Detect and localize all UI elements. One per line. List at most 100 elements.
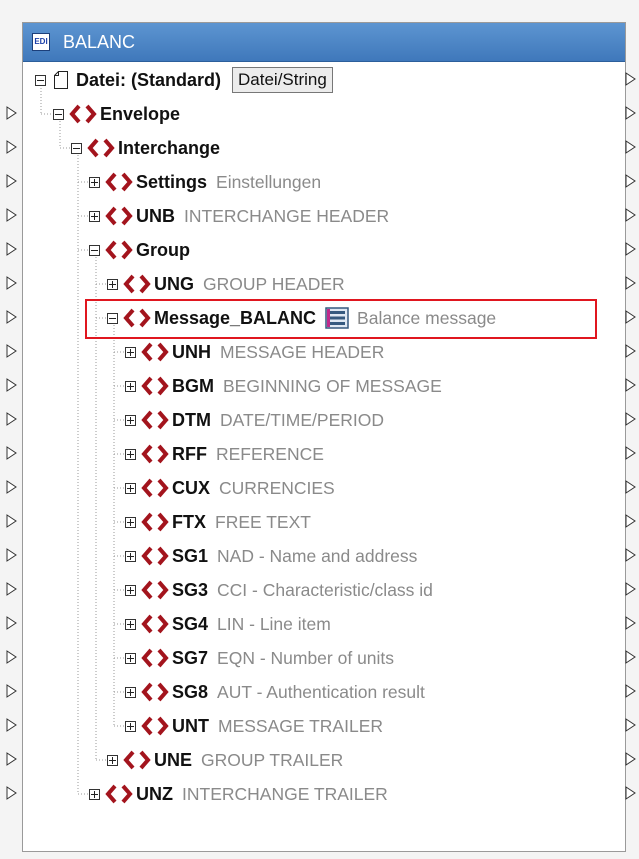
input-connector-icon[interactable] <box>6 310 17 324</box>
tree-node-sg3[interactable]: SG3 CCI - Characteristic/class id <box>125 575 433 605</box>
tree-node-ftx[interactable]: FTX FREE TEXT <box>125 507 311 537</box>
input-connector-icon[interactable] <box>6 548 17 562</box>
tree-node-sg1[interactable]: SG1 NAD - Name and address <box>125 541 417 571</box>
output-connector-icon[interactable] <box>625 140 636 154</box>
input-connector-icon[interactable] <box>6 514 17 528</box>
output-connector-icon[interactable] <box>625 412 636 426</box>
output-connector-icon[interactable] <box>625 786 636 800</box>
output-connector-icon[interactable] <box>625 752 636 766</box>
node-name: Message_BALANC <box>154 307 317 328</box>
output-connector-icon[interactable] <box>625 446 636 460</box>
input-connector-icon[interactable] <box>6 718 17 732</box>
collapse-icon[interactable] <box>71 142 82 154</box>
output-connector-icon[interactable] <box>625 344 636 358</box>
collapse-icon[interactable] <box>89 244 100 256</box>
input-connector-icon[interactable] <box>6 106 17 120</box>
input-connector-icon[interactable] <box>6 276 17 290</box>
tree-node-unh[interactable]: UNH MESSAGE HEADER <box>125 337 384 367</box>
collapse-icon[interactable] <box>53 108 64 120</box>
expand-icon[interactable] <box>125 482 136 494</box>
expand-icon[interactable] <box>125 516 136 528</box>
input-connector-icon[interactable] <box>6 174 17 188</box>
input-connector-icon[interactable] <box>6 786 17 800</box>
file-string-button[interactable]: Datei/String <box>232 67 333 93</box>
output-connector-icon[interactable] <box>625 242 636 256</box>
tree-node-sg8[interactable]: SG8 AUT - Authentication result <box>125 677 425 707</box>
expand-icon[interactable] <box>125 346 136 358</box>
tree-node-settings[interactable]: Settings Einstellungen <box>89 167 321 197</box>
output-connector-icon[interactable] <box>625 106 636 120</box>
input-connector-icon[interactable] <box>6 446 17 460</box>
tree-node-une[interactable]: UNE GROUP TRAILER <box>107 745 343 775</box>
expand-icon[interactable] <box>89 210 100 222</box>
input-connector-icon[interactable] <box>6 582 17 596</box>
tree-node-message_balanc[interactable]: Message_BALANC Balance message <box>107 303 496 333</box>
expand-icon[interactable] <box>125 686 136 698</box>
input-connector-icon[interactable] <box>6 242 17 256</box>
tree-node-ung[interactable]: UNG GROUP HEADER <box>107 269 345 299</box>
output-connector-icon[interactable] <box>625 208 636 222</box>
tree-node-unb[interactable]: UNB INTERCHANGE HEADER <box>89 201 389 231</box>
input-connector-icon[interactable] <box>6 208 17 222</box>
expand-icon[interactable] <box>125 652 136 664</box>
collapse-icon[interactable] <box>35 74 46 86</box>
node-name: Envelope <box>100 103 181 124</box>
input-connector-icon[interactable] <box>6 344 17 358</box>
expand-icon[interactable] <box>107 278 118 290</box>
output-connector-icon[interactable] <box>625 276 636 290</box>
input-connector-icon[interactable] <box>6 684 17 698</box>
expand-icon[interactable] <box>125 448 136 460</box>
output-connector-icon[interactable] <box>625 616 636 630</box>
tree-node-sg4[interactable]: SG4 LIN - Line item <box>125 609 331 639</box>
tree-node-rff[interactable]: RFF REFERENCE <box>125 439 324 469</box>
node-name: Group <box>136 239 190 260</box>
node-description: GROUP HEADER <box>203 273 345 294</box>
tree-node-interchange[interactable]: Interchange <box>71 133 229 163</box>
element-icon <box>87 138 115 158</box>
output-connector-icon[interactable] <box>625 310 636 324</box>
tree-node-sg7[interactable]: SG7 EQN - Number of units <box>125 643 394 673</box>
node-description: GROUP TRAILER <box>201 749 344 770</box>
tree-node-unz[interactable]: UNZ INTERCHANGE TRAILER <box>89 779 388 809</box>
expand-icon[interactable] <box>107 754 118 766</box>
tree-node-group[interactable]: Group <box>89 235 199 265</box>
node-description: FREE TEXT <box>215 511 311 532</box>
output-connector-icon[interactable] <box>625 514 636 528</box>
output-connector-icon[interactable] <box>625 378 636 392</box>
output-connector-icon[interactable] <box>625 548 636 562</box>
expand-icon[interactable] <box>125 618 136 630</box>
function-icon[interactable] <box>325 307 349 329</box>
tree-node-envelope[interactable]: Envelope <box>53 99 189 129</box>
output-connector-icon[interactable] <box>625 72 636 86</box>
expand-icon[interactable] <box>89 788 100 800</box>
tree-node-dtm[interactable]: DTM DATE/TIME/PERIOD <box>125 405 384 435</box>
expand-icon[interactable] <box>125 550 136 562</box>
input-connector-icon[interactable] <box>6 412 17 426</box>
tree-node-cux[interactable]: CUX CURRENCIES <box>125 473 335 503</box>
output-connector-icon[interactable] <box>625 684 636 698</box>
tree-node-bgm[interactable]: BGM BEGINNING OF MESSAGE <box>125 371 442 401</box>
output-connector-icon[interactable] <box>625 718 636 732</box>
input-connector-icon[interactable] <box>6 752 17 766</box>
output-connector-icon[interactable] <box>625 650 636 664</box>
input-connector-icon[interactable] <box>6 650 17 664</box>
output-connector-icon[interactable] <box>625 174 636 188</box>
input-connector-icon[interactable] <box>6 140 17 154</box>
expand-icon[interactable] <box>89 176 100 188</box>
collapse-icon[interactable] <box>107 312 118 324</box>
expand-icon[interactable] <box>125 584 136 596</box>
tree-node-unt[interactable]: UNT MESSAGE TRAILER <box>125 711 383 741</box>
input-connector-icon[interactable] <box>6 480 17 494</box>
element-icon <box>141 580 169 600</box>
input-connector-icon[interactable] <box>6 616 17 630</box>
expand-icon[interactable] <box>125 380 136 392</box>
output-connector-icon[interactable] <box>625 480 636 494</box>
node-name: SG3 <box>172 579 209 600</box>
output-connector-icon[interactable] <box>625 582 636 596</box>
expand-icon[interactable] <box>125 720 136 732</box>
node-name: SG7 <box>172 647 209 668</box>
element-icon <box>141 342 169 362</box>
expand-icon[interactable] <box>125 414 136 426</box>
input-connector-icon[interactable] <box>6 378 17 392</box>
root-node[interactable]: Datei: (Standard) Datei/String <box>35 65 333 95</box>
